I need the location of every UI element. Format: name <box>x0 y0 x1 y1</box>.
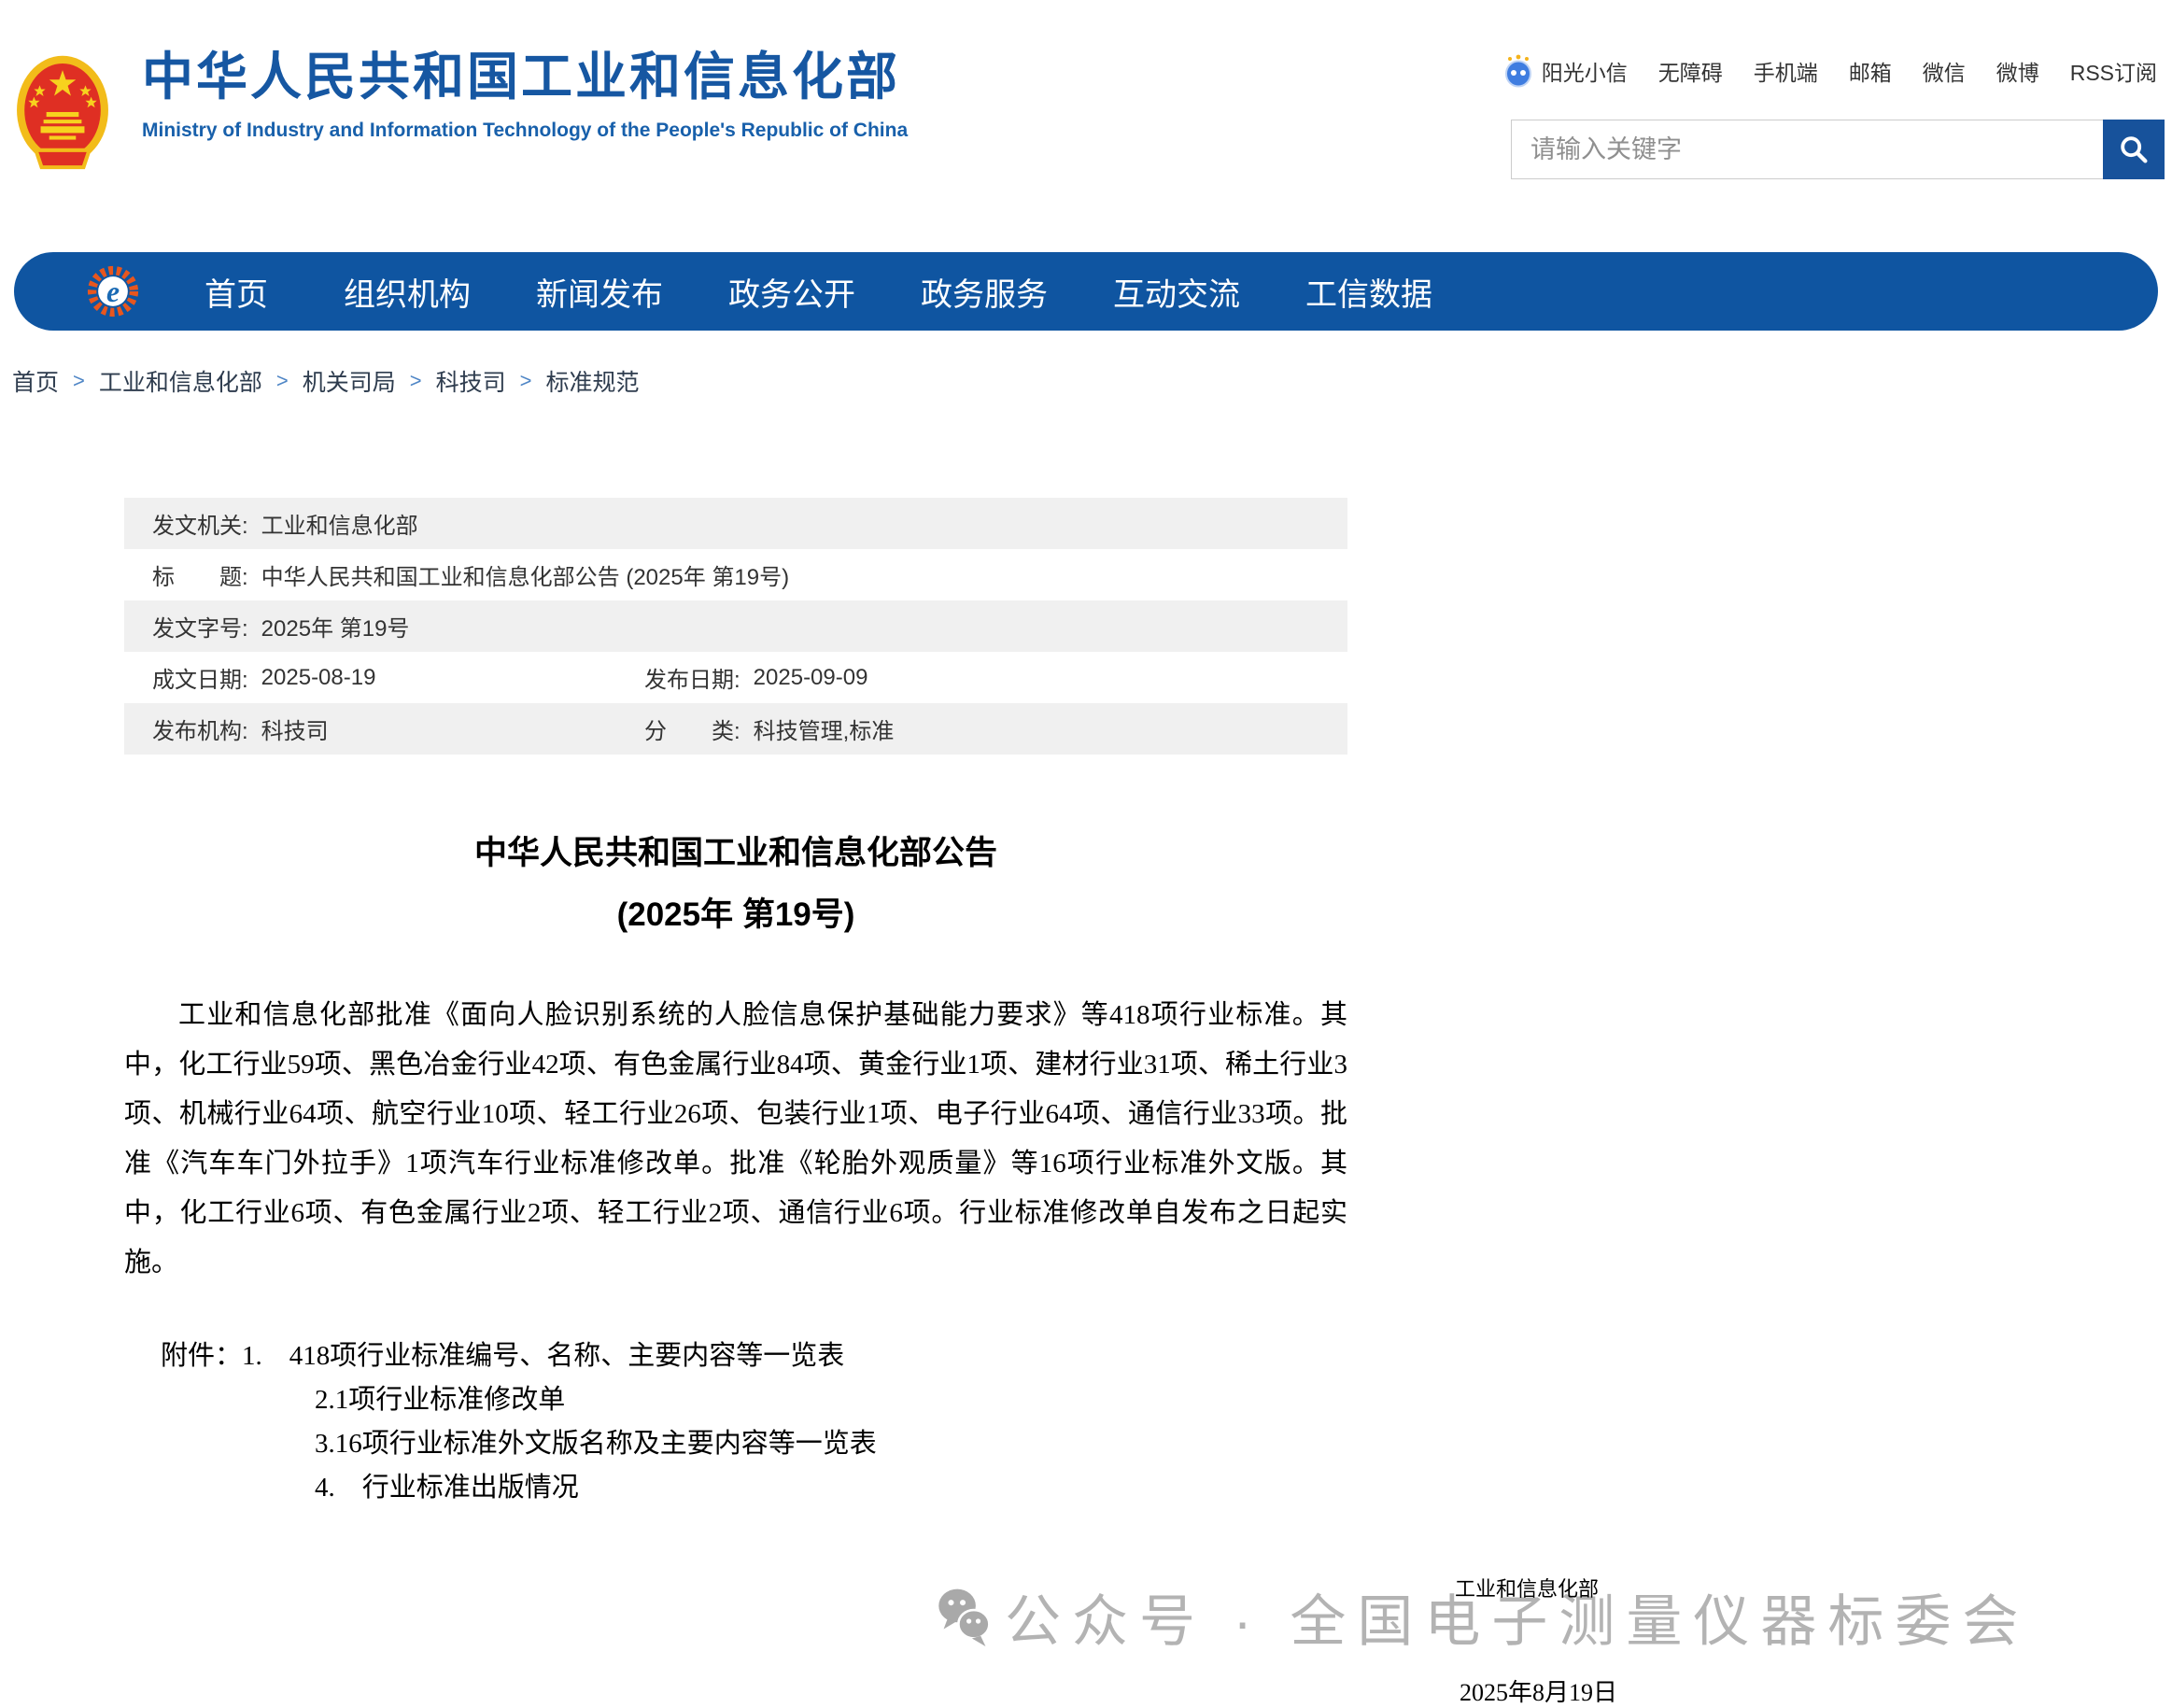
quick-link-rss[interactable]: RSS订阅 <box>2070 55 2157 87</box>
meta-value: 2025年 第19号 <box>261 610 410 642</box>
meta-cell: 标 题: 中华人民共和国工业和信息化部公告 (2025年 第19号) <box>124 558 1347 591</box>
meta-value: 工业和信息化部 <box>261 507 418 540</box>
quick-link-label: 手机端 <box>1754 55 1818 87</box>
document-content: 发文机关: 工业和信息化部 标 题: 中华人民共和国工业和信息化部公告 (202… <box>124 498 1347 1510</box>
quick-link-label: RSS订阅 <box>2070 55 2157 87</box>
article-title-line1: 中华人民共和国工业和信息化部公告 <box>124 823 1347 884</box>
article-title: 中华人民共和国工业和信息化部公告 (2025年 第19号) <box>124 823 1347 946</box>
nav-item-home[interactable]: 首页 <box>162 269 311 315</box>
meta-label: 发文字号: <box>152 610 248 642</box>
article-title-line2: (2025年 第19号) <box>124 884 1347 946</box>
breadcrumb-separator: > <box>520 369 532 393</box>
meta-row-publisher-category: 发布机构: 科技司 分 类: 科技管理,标准 <box>124 703 1347 755</box>
breadcrumb-standards[interactable]: 标准规范 <box>546 364 640 398</box>
signature-org: 工业和信息化部 <box>1455 1573 1599 1602</box>
meta-label: 发布日期: <box>644 661 740 694</box>
search-icon <box>2117 133 2151 166</box>
meta-label: 分 类: <box>644 713 740 745</box>
main-nav: e 首页 组织机构 新闻发布 政务公开 政务服务 互动交流 工信数据 <box>14 252 2158 331</box>
nav-item-interaction[interactable]: 互动交流 <box>1080 269 1273 315</box>
quick-link-label: 微信 <box>1923 55 1966 87</box>
nav-item-news[interactable]: 新闻发布 <box>503 269 696 315</box>
document-meta-table: 发文机关: 工业和信息化部 标 题: 中华人民共和国工业和信息化部公告 (202… <box>124 498 1347 755</box>
meta-label: 发文机关: <box>152 507 248 540</box>
quick-link-mail[interactable]: 邮箱 <box>1849 55 1892 87</box>
breadcrumb-departments[interactable]: 机关司局 <box>303 364 396 398</box>
site-title-block: 中华人民共和国工业和信息化部 Ministry of Industry and … <box>142 47 908 142</box>
attachment-1-link[interactable]: 附件：1. 418项行业标准编号、名称、主要内容等一览表 <box>161 1334 1347 1378</box>
meta-label: 发布机构: <box>152 713 248 745</box>
quick-link-mobile[interactable]: 手机端 <box>1754 55 1818 87</box>
quick-link-label: 无障碍 <box>1658 55 1723 87</box>
breadcrumb-separator: > <box>73 369 85 393</box>
attachment-4-link[interactable]: 4. 行业标准出版情况 <box>315 1466 1347 1510</box>
meta-label: 标 题: <box>152 558 248 591</box>
meta-label: 成文日期: <box>152 661 248 694</box>
breadcrumb-separator: > <box>276 369 289 393</box>
meta-row-dates: 成文日期: 2025-08-19 发布日期: 2025-09-09 <box>124 652 1347 703</box>
meta-value: 2025-09-09 <box>754 665 868 691</box>
meta-cell: 成文日期: 2025-08-19 <box>124 661 616 694</box>
header-quick-links: 阳光小信 无障碍 手机端 邮箱 微信 微博 RSS订阅 <box>1502 54 2157 88</box>
meta-row-title: 标 题: 中华人民共和国工业和信息化部公告 (2025年 第19号) <box>124 549 1347 600</box>
quick-link-wechat[interactable]: 微信 <box>1923 55 1966 87</box>
attachment-3-link[interactable]: 3.16项行业标准外文版名称及主要内容等一览表 <box>315 1422 1347 1466</box>
search-bar <box>1511 120 2165 179</box>
meta-cell: 发布机构: 科技司 <box>124 713 616 745</box>
national-emblem-icon <box>15 50 110 176</box>
quick-link-label: 微博 <box>1996 55 2039 87</box>
site-title-en: Ministry of Industry and Information Tec… <box>142 120 908 142</box>
meta-row-doc-number: 发文字号: 2025年 第19号 <box>124 600 1347 652</box>
nav-item-gov-service[interactable]: 政务服务 <box>888 269 1080 315</box>
quick-link-weibo[interactable]: 微博 <box>1996 55 2039 87</box>
breadcrumb-science-dept[interactable]: 科技司 <box>436 364 506 398</box>
meta-cell: 发文机关: 工业和信息化部 <box>124 507 1347 540</box>
meta-value: 科技管理,标准 <box>754 713 895 745</box>
meta-cell: 分 类: 科技管理,标准 <box>616 713 1347 745</box>
attachment-2-link[interactable]: 2.1项行业标准修改单 <box>315 1378 1347 1422</box>
breadcrumb: 首页 > 工业和信息化部 > 机关司局 > 科技司 > 标准规范 <box>12 364 640 398</box>
signature-date: 2025年8月19日 <box>1460 1673 1617 1708</box>
miit-gear-logo-icon[interactable]: e <box>87 265 139 318</box>
svg-text:e: e <box>106 275 120 308</box>
meta-value: 中华人民共和国工业和信息化部公告 (2025年 第19号) <box>261 558 789 591</box>
quick-link-xiaoxin[interactable]: 阳光小信 <box>1502 54 1628 88</box>
attachments-list: 附件：1. 418项行业标准编号、名称、主要内容等一览表 2.1项行业标准修改单… <box>124 1334 1347 1510</box>
breadcrumb-separator: > <box>410 369 422 393</box>
site-title-cn: 中华人民共和国工业和信息化部 <box>142 47 908 106</box>
breadcrumb-home[interactable]: 首页 <box>12 364 59 398</box>
quick-link-label: 阳光小信 <box>1542 55 1628 87</box>
nav-item-data[interactable]: 工信数据 <box>1273 269 1465 315</box>
search-button[interactable] <box>2103 120 2165 179</box>
article-paragraph: 工业和信息化部批准《面向人脸识别系统的人脸信息保护基础能力要求》等418项行业标… <box>124 991 1347 1288</box>
meta-cell: 发文字号: 2025年 第19号 <box>124 610 1347 642</box>
meta-cell: 发布日期: 2025-09-09 <box>616 661 1347 694</box>
wechat-icon <box>934 1579 995 1656</box>
meta-row-issuing-org: 发文机关: 工业和信息化部 <box>124 498 1347 549</box>
search-input[interactable] <box>1511 120 2103 179</box>
assistant-robot-icon <box>1502 54 1534 88</box>
quick-link-accessibility[interactable]: 无障碍 <box>1658 55 1723 87</box>
site-header: 中华人民共和国工业和信息化部 Ministry of Industry and … <box>0 0 2172 252</box>
nav-item-gov-info[interactable]: 政务公开 <box>696 269 888 315</box>
breadcrumb-miit[interactable]: 工业和信息化部 <box>99 364 262 398</box>
meta-value: 2025-08-19 <box>261 665 376 691</box>
nav-item-organization[interactable]: 组织机构 <box>311 269 503 315</box>
quick-link-label: 邮箱 <box>1849 55 1892 87</box>
meta-value: 科技司 <box>261 713 329 745</box>
